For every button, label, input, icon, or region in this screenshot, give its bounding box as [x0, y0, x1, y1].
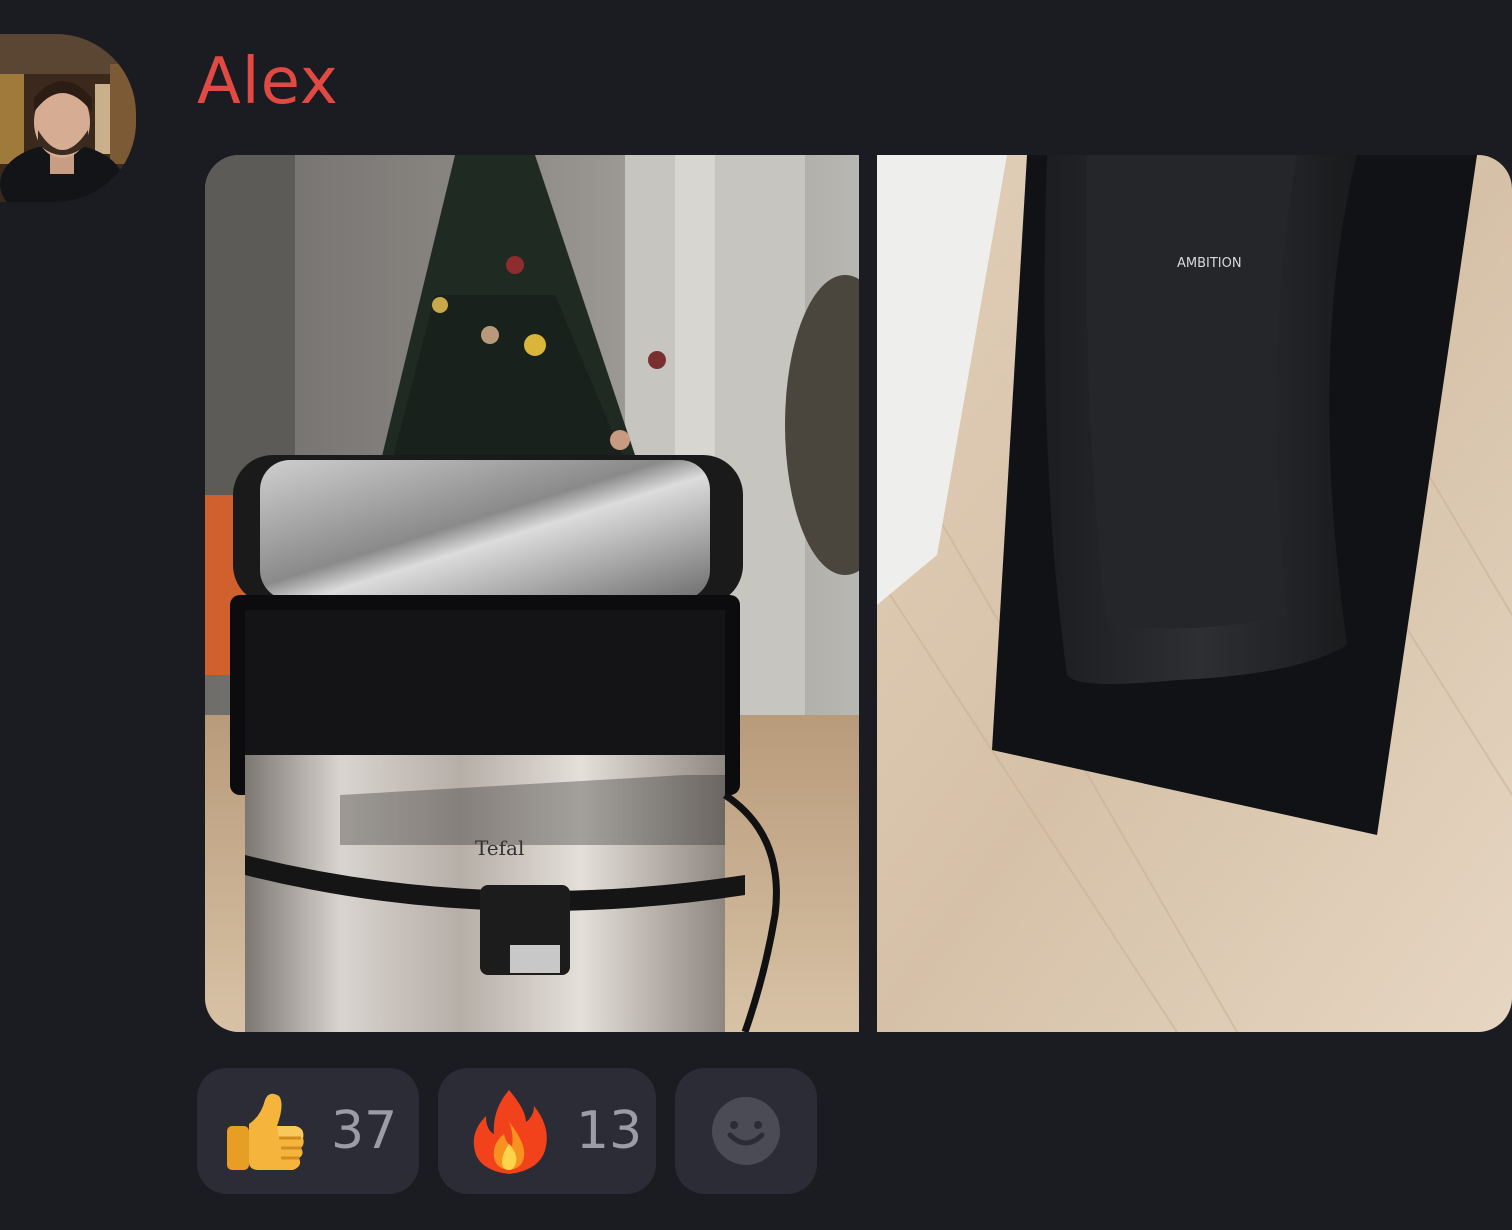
air-fryer-photo[interactable]: Tefal [205, 155, 859, 1032]
thumbs-up-icon [227, 1093, 304, 1170]
fire-icon [473, 1090, 547, 1174]
chat-message: Alex Tefal AMBITION 37 13 [0, 0, 1512, 1230]
thumbs-up-count: 37 [331, 1101, 398, 1161]
add-reaction-icon [712, 1097, 780, 1165]
reaction-thumbs-up[interactable]: 37 [197, 1068, 419, 1194]
avatar[interactable] [0, 34, 136, 202]
svg-text:AMBITION: AMBITION [1177, 256, 1242, 271]
add-reaction-button[interactable] [675, 1068, 817, 1194]
svg-text:Tefal: Tefal [475, 836, 524, 860]
reaction-fire[interactable]: 13 [438, 1068, 656, 1194]
message-author[interactable]: Alex [197, 42, 339, 122]
photo-gallery: Tefal AMBITION [205, 155, 1512, 1032]
fire-count: 13 [576, 1101, 643, 1161]
accessory-photo[interactable]: AMBITION [877, 155, 1512, 1032]
